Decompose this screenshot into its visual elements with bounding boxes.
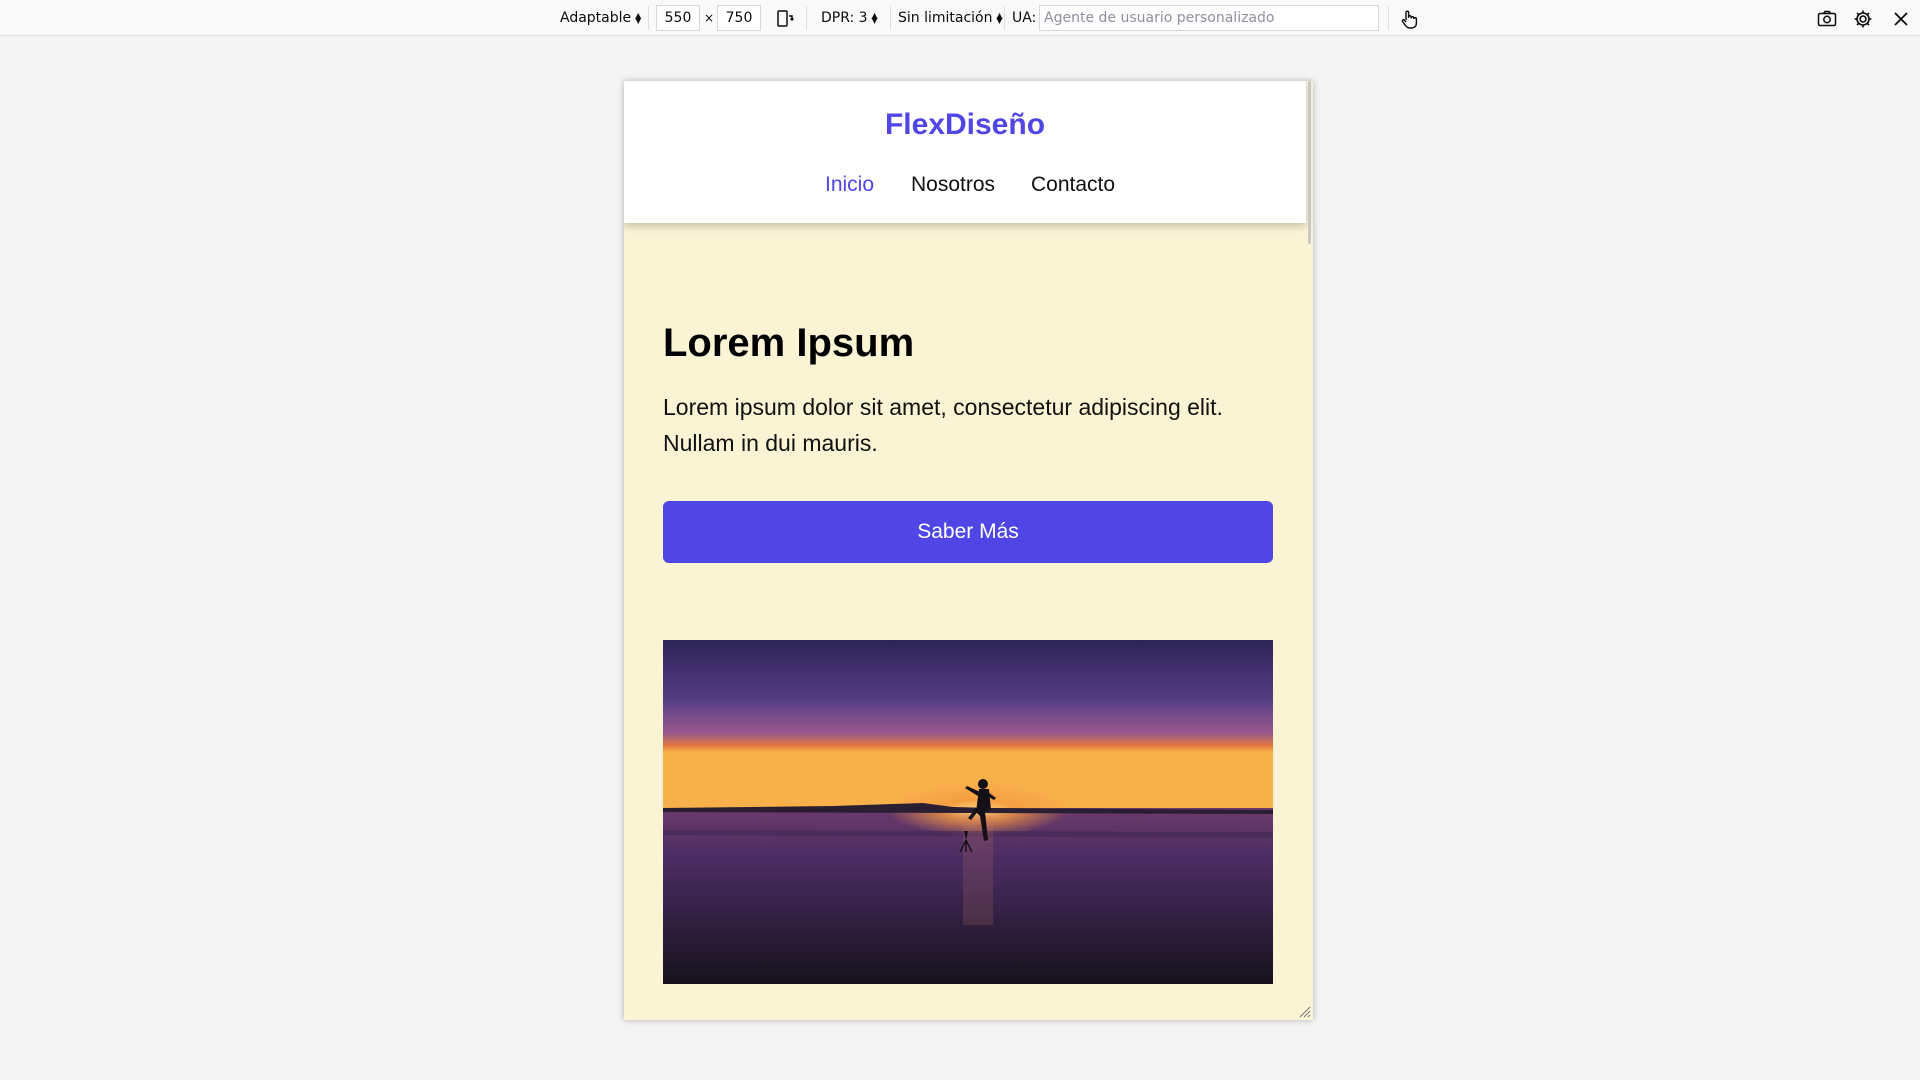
select-arrows-icon: ▲ ▼ <box>996 11 1003 25</box>
settings-icon[interactable] <box>1850 6 1876 32</box>
hero-title: Lorem Ipsum <box>663 321 915 365</box>
nav-item-nosotros[interactable]: Nosotros <box>911 173 995 197</box>
scrollbar-thumb[interactable] <box>1308 81 1311 244</box>
nav-item-inicio[interactable]: Inicio <box>825 173 874 197</box>
dpr-selector[interactable]: DPR: 3 ▲ ▼ <box>821 0 879 36</box>
hero-text: Lorem ipsum dolor sit amet, consectetur … <box>663 394 1223 456</box>
site-header: FlexDiseño Inicio Nosotros Contacto <box>624 81 1306 223</box>
toolbar-divider <box>806 6 807 30</box>
nav-item-contacto[interactable]: Contacto <box>1031 173 1115 197</box>
throttling-label: Sin limitación <box>898 10 993 26</box>
select-arrows-icon: ▲ ▼ <box>871 11 878 25</box>
select-arrows-icon: ▲ ▼ <box>635 11 642 25</box>
toolbar-divider <box>648 6 649 30</box>
viewport-width-input[interactable]: 550 <box>656 5 700 31</box>
throttling-selector[interactable]: Sin limitación ▲ ▼ <box>898 0 1004 36</box>
dimension-separator: × <box>704 11 715 25</box>
learn-more-button[interactable]: Saber Más <box>663 501 1273 563</box>
toolbar-divider <box>890 6 891 30</box>
user-agent-input[interactable] <box>1039 5 1379 31</box>
hero-image <box>663 640 1273 984</box>
toolbar-divider <box>1388 6 1389 30</box>
brand-logo[interactable]: FlexDiseño <box>624 108 1306 142</box>
rotate-icon[interactable] <box>772 6 798 32</box>
viewport-scrollbar[interactable] <box>1306 81 1313 1020</box>
screenshot-icon[interactable] <box>1814 6 1840 32</box>
device-selector[interactable]: Adaptable ▲ ▼ <box>560 0 642 36</box>
viewport-height-input[interactable]: 750 <box>717 5 761 31</box>
close-icon[interactable] <box>1888 6 1914 32</box>
responsive-toolbar: Adaptable ▲ ▼ 550 × 750 DPR: 3 ▲ ▼ Sin lim… <box>0 0 1920 36</box>
touch-icon[interactable] <box>1396 6 1422 32</box>
dpr-label: DPR: 3 <box>821 10 868 26</box>
ua-label: UA: <box>1012 10 1037 26</box>
device-selector-label: Adaptable <box>560 10 632 26</box>
toolbar-divider <box>1004 6 1005 30</box>
device-viewport: FlexDiseño Inicio Nosotros Contacto Lore… <box>624 81 1313 1020</box>
